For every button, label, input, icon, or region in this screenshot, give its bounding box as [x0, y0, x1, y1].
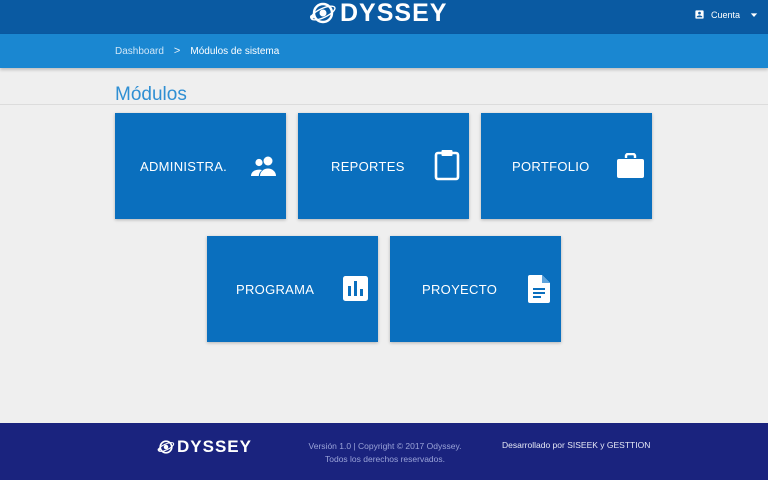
account-label: Cuenta	[710, 9, 740, 20]
briefcase-icon	[617, 153, 644, 178]
breadcrumb-bar: Dashboard > Módulos de sistema	[0, 34, 768, 68]
group-icon	[251, 156, 276, 176]
title-divider	[0, 104, 768, 105]
bar-chart-icon	[343, 276, 368, 301]
breadcrumb-dashboard-link[interactable]: Dashboard	[115, 46, 164, 57]
breadcrumb-separator: >	[173, 45, 181, 57]
module-tile-administracion[interactable]: ADMINISTRA.	[115, 113, 286, 219]
module-tile-reportes[interactable]: REPORTES	[298, 113, 469, 219]
module-tile-programa[interactable]: PROGRAMA	[207, 236, 378, 342]
module-tile-portfolio[interactable]: PORTFOLIO	[481, 113, 652, 219]
orbit-logo-icon	[310, 2, 336, 24]
module-label: ADMINISTRA.	[140, 159, 228, 174]
module-label: PROGRAMA	[236, 282, 315, 297]
document-icon	[528, 275, 550, 303]
account-box-icon	[695, 10, 704, 19]
module-label: PROYECTO	[422, 282, 498, 297]
footer-copyright: Versión 1.0 | Copyright © 2017 Odyssey. …	[308, 441, 462, 464]
footer-logo-text: DYSSEY	[177, 437, 252, 456]
top-header-bar: DYSSEY Cuenta	[0, 0, 768, 34]
footer-logo[interactable]: DYSSEY	[157, 437, 252, 457]
breadcrumb: Dashboard > Módulos de sistema	[115, 34, 279, 68]
clipboard-icon	[434, 150, 460, 181]
logo-text: DYSSEY	[340, 0, 448, 27]
module-label: REPORTES	[331, 159, 405, 174]
page-title: Módulos	[115, 84, 187, 105]
breadcrumb-current: Módulos de sistema	[190, 45, 280, 57]
module-tile-proyecto[interactable]: PROYECTO	[390, 236, 561, 342]
account-menu[interactable]: Cuenta	[694, 9, 758, 20]
orbit-logo-icon	[157, 440, 175, 454]
caret-down-icon	[750, 12, 758, 17]
odyssey-logo[interactable]: DYSSEY	[309, 0, 447, 26]
module-label: PORTFOLIO	[512, 159, 590, 174]
footer-developed-by: Desarrollado por SISEEK y GESTTION	[502, 440, 651, 450]
